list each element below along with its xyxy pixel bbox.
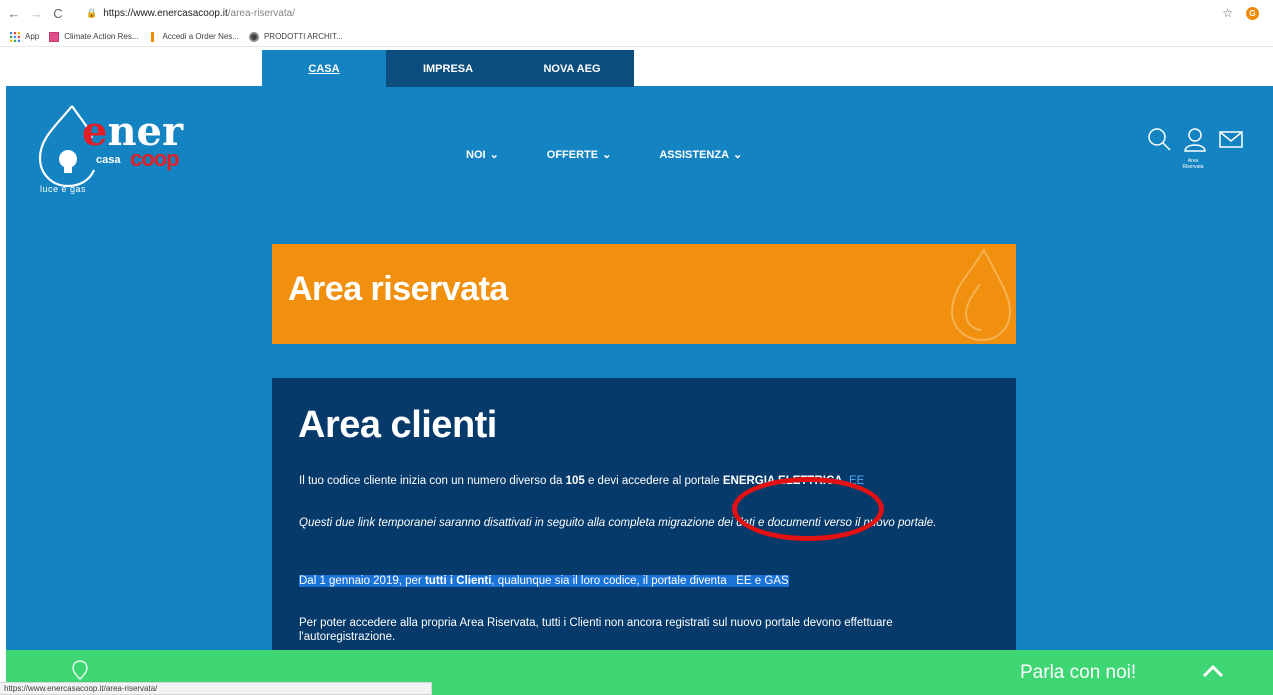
- text-segment: Dal 1 gennaio 2019, per: [299, 575, 425, 587]
- text-bold: tutti i Clienti: [424, 575, 492, 587]
- bookmark-prodotti[interactable]: PRODOTTI ARCHIT...: [248, 31, 343, 42]
- card-title: Area clienti: [298, 404, 497, 446]
- apps-grid-icon: [10, 31, 20, 42]
- address-bar[interactable]: 🔒 https://www.enercasacoop.it /area-rise…: [86, 4, 1246, 23]
- lock-icon: 🔒: [86, 8, 98, 18]
- location-pin-icon[interactable]: [72, 660, 88, 680]
- bookmark-order[interactable]: Accedi a Order Nes...: [148, 31, 239, 42]
- text-segment: e devi accedere al portale: [584, 475, 723, 487]
- segment-tabs: CASA IMPRESA NOVA AEG: [262, 50, 634, 87]
- header-icons: [1146, 126, 1244, 152]
- search-icon[interactable]: [1146, 126, 1172, 152]
- paragraph-autoregistrazione: Per poter accedere alla propria Area Ris…: [299, 617, 893, 643]
- bookmark-label: App: [25, 32, 40, 41]
- logo-e: e: [82, 108, 108, 155]
- area-clienti-card: Area clienti Il tuo codice cliente inizi…: [272, 378, 1016, 650]
- segment-bar: [6, 48, 1273, 86]
- bookmark-climate[interactable]: Climate Action Res...: [49, 31, 139, 42]
- nav-label: ASSISTENZA: [659, 148, 730, 161]
- chevron-down-icon: ⌄: [733, 149, 743, 161]
- page-banner: Area riservata: [272, 244, 1016, 344]
- logo-tagline: luce e gas: [40, 184, 87, 194]
- bookmark-gear-icon: [248, 31, 259, 42]
- tab-nova-aeg[interactable]: NOVA AEG: [510, 50, 634, 87]
- page-viewport: CASA IMPRESA NOVA AEG eenerner casa coop…: [6, 48, 1273, 650]
- chevron-down-icon: ⌄: [489, 149, 499, 161]
- logo-sub: casa: [96, 154, 121, 166]
- bookmark-page-icon: [49, 31, 60, 42]
- tab-casa[interactable]: CASA: [262, 50, 386, 87]
- mail-icon[interactable]: [1218, 126, 1244, 152]
- bookmark-apps[interactable]: App: [10, 31, 40, 42]
- page-title: Area riservata: [288, 270, 508, 308]
- nav-offerte[interactable]: OFFERTE ⌄: [546, 148, 612, 162]
- browser-toolbar: ← → C 🔒 https://www.enercasacoop.it /are…: [0, 0, 1273, 27]
- bookmark-label: Climate Action Res...: [64, 32, 139, 41]
- profile-avatar[interactable]: G: [1246, 7, 1259, 20]
- nav-noi[interactable]: NOI ⌄: [466, 148, 499, 162]
- bookmark-label: PRODOTTI ARCHIT...: [263, 32, 343, 41]
- annotation-circle: [732, 477, 884, 541]
- text-segment: , qualunque sia il loro codice, il porta…: [491, 575, 730, 587]
- nav-assistenza[interactable]: ASSISTENZA ⌄: [659, 148, 743, 162]
- text-segment: Il tuo codice cliente inizia con un nume…: [299, 475, 566, 487]
- tab-impresa[interactable]: IMPRESA: [386, 50, 510, 87]
- paragraph-2019: Dal 1 gennaio 2019, per tutti i Clienti,…: [299, 574, 789, 588]
- area-riservata-label[interactable]: Area Riservata: [1178, 158, 1208, 170]
- bookmarks-bar: App Climate Action Res... Accedi a Order…: [0, 27, 1273, 47]
- drop-watermark-icon: [950, 247, 1012, 342]
- chat-label[interactable]: Parla con noi!: [1020, 662, 1136, 684]
- logo-brand: coop: [130, 146, 180, 171]
- bookmark-label: Accedi a Order Nes...: [162, 32, 239, 41]
- chevron-down-icon: ⌄: [602, 149, 612, 161]
- back-icon[interactable]: ←: [6, 6, 22, 22]
- bookmark-star-icon[interactable]: ☆: [1222, 6, 1233, 20]
- reload-icon[interactable]: C: [50, 6, 66, 22]
- url-path: /area-riservata/: [227, 8, 295, 19]
- link-ee-gas[interactable]: EE e GAS: [736, 575, 788, 587]
- user-icon[interactable]: [1182, 126, 1208, 152]
- nav-label: NOI: [466, 148, 486, 161]
- status-bar-url: https://www.enercasacoop.it/area-riserva…: [0, 682, 432, 695]
- text-bold: 105: [565, 475, 585, 487]
- selected-text: Dal 1 gennaio 2019, per tutti i Clienti,…: [299, 575, 789, 587]
- chevron-up-icon[interactable]: [1202, 664, 1224, 678]
- area-label-line2: Riservata: [1182, 164, 1204, 170]
- forward-icon[interactable]: →: [28, 6, 44, 22]
- url-host: https://www.enercasacoop.it: [103, 8, 228, 19]
- ener-casa-coop-logo[interactable]: eenerner casa coop luce e gas: [34, 104, 204, 194]
- nav-label: OFFERTE: [546, 148, 599, 161]
- main-nav: NOI ⌄ OFFERTE ⌄ ASSISTENZA ⌄: [466, 148, 743, 162]
- bookmark-page-icon: [151, 31, 155, 42]
